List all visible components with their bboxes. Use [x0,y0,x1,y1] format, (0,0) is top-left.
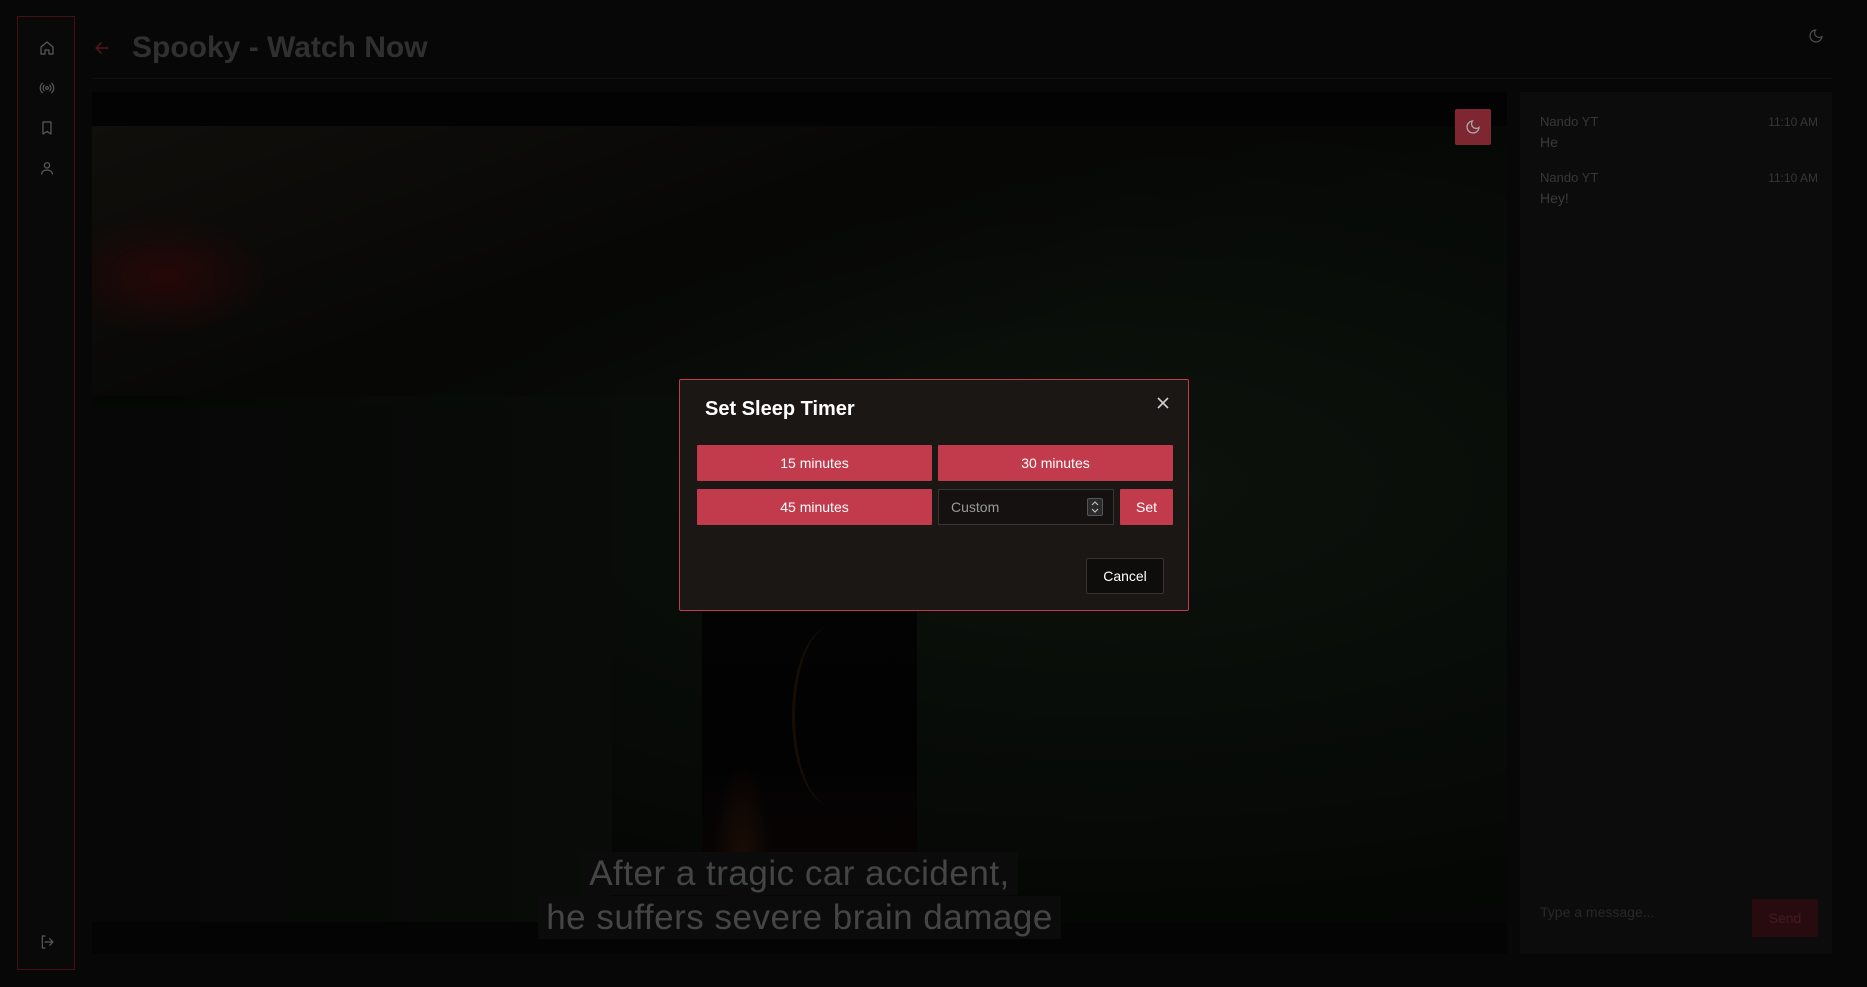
timer-15-button[interactable]: 15 minutes [697,445,932,481]
custom-minutes-input[interactable] [939,490,1079,524]
timer-45-button[interactable]: 45 minutes [697,489,932,525]
sleep-timer-dialog: Set Sleep Timer 15 minutes 30 minutes 45… [679,379,1189,611]
app-root: Spooky - Watch Now After a tragic car ac… [0,0,1867,987]
close-icon [1157,397,1169,409]
dialog-title: Set Sleep Timer [705,398,855,420]
close-button[interactable] [1154,394,1172,412]
number-stepper[interactable] [1087,498,1103,516]
cancel-button[interactable]: Cancel [1086,558,1164,594]
custom-minutes-field [938,489,1114,525]
stepper-arrows-icon [1091,501,1099,513]
timer-30-button[interactable]: 30 minutes [938,445,1173,481]
set-custom-button[interactable]: Set [1120,489,1173,525]
